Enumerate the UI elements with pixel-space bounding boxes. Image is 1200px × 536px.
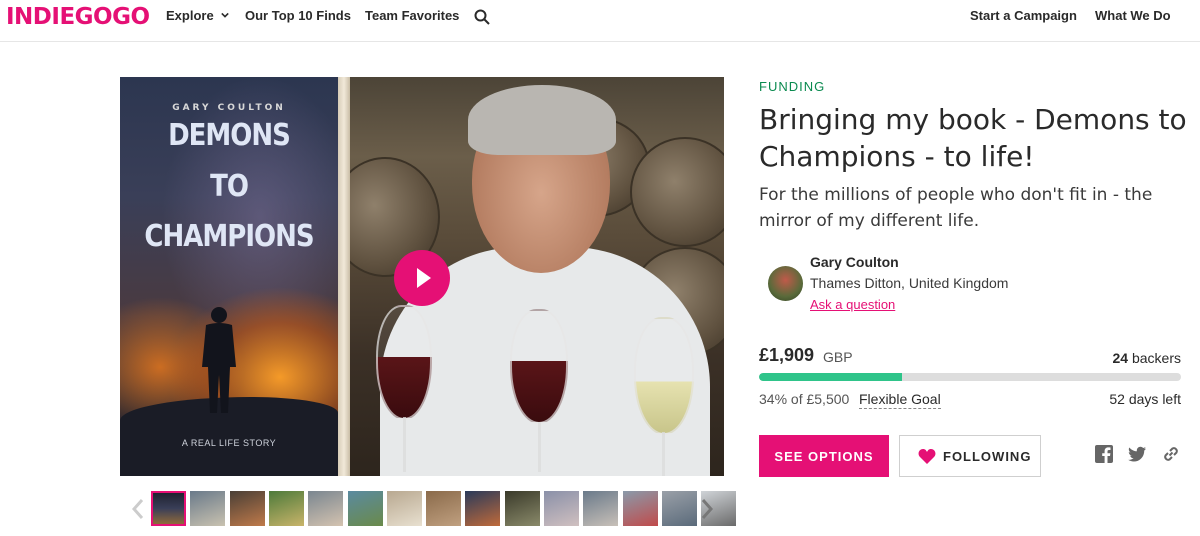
explore-label: Explore xyxy=(166,8,214,23)
search-icon[interactable] xyxy=(474,9,490,25)
silhouette-figure xyxy=(202,307,236,413)
start-campaign-link[interactable]: Start a Campaign xyxy=(970,8,1077,23)
top-nav: INDIEGOGO Explore Our Top 10 Finds Team … xyxy=(0,0,1200,42)
campaign-subtitle: For the millions of people who don't fit… xyxy=(759,185,1153,231)
percent-funded: 34% of £5,500 xyxy=(759,391,850,407)
following-button[interactable]: FOLLOWING xyxy=(899,435,1041,477)
campaign-video[interactable] xyxy=(350,77,724,476)
barrel xyxy=(630,137,724,247)
book-title-line1: DEMONS xyxy=(168,118,291,154)
campaign-media: GARY COULTON DEMONS TO CHAMPIONS A REAL … xyxy=(120,77,724,476)
chevron-down-icon xyxy=(221,12,230,18)
owner-location: Thames Ditton, United Kingdom xyxy=(810,275,1009,291)
facebook-icon[interactable] xyxy=(1094,444,1114,464)
owner-name[interactable]: Gary Coulton xyxy=(810,254,899,270)
flexible-goal-link[interactable]: Flexible Goal xyxy=(859,391,941,409)
person-hair xyxy=(468,85,616,155)
play-button[interactable] xyxy=(394,250,450,306)
book-tagline: A REAL LIFE STORY xyxy=(181,438,277,448)
book-title-line3: CHAMPIONS xyxy=(144,219,314,255)
book-cover-image: GARY COULTON DEMONS TO CHAMPIONS A REAL … xyxy=(120,77,350,476)
backers-number: 24 xyxy=(1112,350,1129,366)
media-thumbnail[interactable] xyxy=(544,491,579,526)
following-label: FOLLOWING xyxy=(943,449,1032,464)
media-thumbnail[interactable] xyxy=(465,491,501,526)
explore-menu[interactable]: Explore xyxy=(166,8,230,23)
see-options-button[interactable]: SEE OPTIONS xyxy=(759,435,889,477)
progress-fill xyxy=(759,373,903,381)
book-author: GARY COULTON xyxy=(172,103,286,113)
avatar[interactable] xyxy=(768,266,803,301)
media-thumbnail[interactable] xyxy=(583,491,619,526)
progress-bar xyxy=(759,373,1181,381)
chevron-right-icon[interactable] xyxy=(700,498,714,520)
media-thumbnail[interactable] xyxy=(347,491,383,526)
twitter-icon[interactable] xyxy=(1127,444,1147,464)
media-thumbnail[interactable] xyxy=(229,491,265,526)
wine-glass xyxy=(634,317,694,435)
media-thumbnail[interactable] xyxy=(386,491,422,526)
funding-status: FUNDING xyxy=(759,79,826,94)
glass-stem xyxy=(538,422,541,472)
heart-icon xyxy=(918,449,936,464)
media-thumbnail[interactable] xyxy=(661,491,697,526)
team-favorites-link[interactable]: Team Favorites xyxy=(365,8,459,23)
days-left: 52 days left xyxy=(1109,391,1181,407)
ask-question-link[interactable]: Ask a question xyxy=(810,297,895,312)
media-thumbnail[interactable] xyxy=(190,491,226,526)
currency-code: GBP xyxy=(823,349,853,365)
wine-glass xyxy=(510,309,568,424)
link-icon[interactable] xyxy=(1161,444,1181,464)
top10-link[interactable]: Our Top 10 Finds xyxy=(245,8,351,23)
amount-raised: £1,909 xyxy=(759,345,815,365)
glass-stem xyxy=(403,417,406,472)
campaign-title: Bringing my book - Demons to Champions -… xyxy=(759,103,1187,173)
media-thumbnail[interactable] xyxy=(151,491,186,526)
backers-label: backers xyxy=(1131,350,1181,366)
indiegogo-logo[interactable]: INDIEGOGO xyxy=(6,4,150,30)
media-thumbnail[interactable] xyxy=(622,491,658,526)
media-thumbnail[interactable] xyxy=(426,491,462,526)
chevron-left-icon[interactable] xyxy=(131,498,145,520)
book-spine xyxy=(338,77,350,476)
book-title-line2: TO xyxy=(210,169,249,205)
glass-stem xyxy=(662,432,665,476)
media-thumbnail[interactable] xyxy=(308,491,344,526)
wine-glass xyxy=(376,305,432,420)
backers-count: 24 backers xyxy=(1113,350,1182,366)
media-thumbnail[interactable] xyxy=(504,491,540,526)
media-thumbnail[interactable] xyxy=(268,491,304,526)
what-we-do-link[interactable]: What We Do xyxy=(1095,8,1171,23)
